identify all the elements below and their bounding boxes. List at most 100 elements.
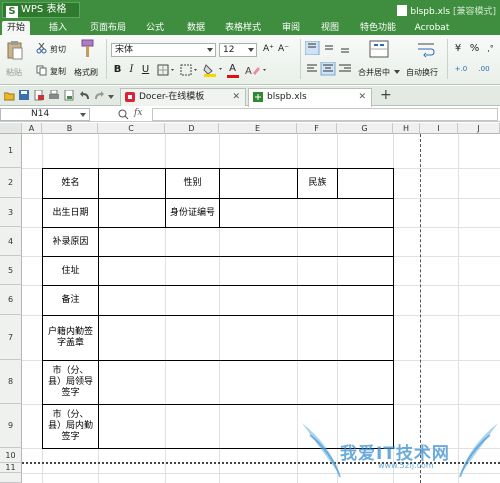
undo-icon[interactable] xyxy=(80,90,91,101)
zoom-icon[interactable] xyxy=(118,109,129,120)
fill-color-icon[interactable] xyxy=(203,63,225,77)
format-painter-icon[interactable] xyxy=(80,39,96,59)
name-label-cell[interactable]: 姓名 xyxy=(42,168,99,199)
wrap-text-icon[interactable] xyxy=(416,40,436,58)
address-label-cell[interactable]: 住址 xyxy=(42,256,99,286)
ethnicity-label-cell[interactable]: 民族 xyxy=(297,168,338,199)
name-value-cell[interactable] xyxy=(98,168,166,199)
bureau-leader-value-cell[interactable] xyxy=(98,360,394,405)
bureau-leader-label-cell[interactable]: 市（分、 县）局领导 签字 xyxy=(42,360,99,405)
tab-home[interactable]: 开始 xyxy=(2,21,30,35)
household-seal-value-cell[interactable] xyxy=(98,315,394,361)
row-header[interactable]: 6 xyxy=(0,285,22,315)
app-menu-button[interactable]: S WPS 表格 xyxy=(2,2,80,18)
open-folder-icon[interactable] xyxy=(4,90,15,101)
font-color-icon[interactable]: A xyxy=(226,62,239,75)
print-icon[interactable] xyxy=(49,90,60,101)
decrease-decimal-icon[interactable]: .00 xyxy=(474,63,494,76)
address-value-cell[interactable] xyxy=(98,256,394,286)
decrease-font-icon[interactable]: A⁻ xyxy=(277,43,290,56)
row-header[interactable]: 3 xyxy=(0,198,22,227)
reason-value-cell[interactable] xyxy=(98,227,394,257)
row-header[interactable]: 8 xyxy=(0,360,22,404)
column-header[interactable]: I xyxy=(420,123,458,134)
underline-icon[interactable]: U xyxy=(139,63,152,76)
new-tab-icon[interactable]: + xyxy=(380,88,392,102)
italic-icon[interactable]: I xyxy=(125,63,138,76)
birth-date-label-cell[interactable]: 出生日期 xyxy=(42,198,99,228)
doc-tab-blspb[interactable]: blspb.xls ✕ xyxy=(248,88,372,107)
border-icon[interactable] xyxy=(157,64,177,76)
column-header[interactable]: G xyxy=(337,123,393,134)
currency-icon[interactable]: ¥ xyxy=(453,42,463,55)
tab-page-layout[interactable]: 页面布局 xyxy=(86,21,130,35)
id-number-value-cell[interactable] xyxy=(219,198,394,228)
column-header[interactable]: A xyxy=(22,123,42,134)
row-header[interactable]: 1 xyxy=(0,134,22,168)
save-icon[interactable] xyxy=(19,90,30,101)
thousands-icon[interactable]: ,° xyxy=(484,42,497,55)
close-icon[interactable]: ✕ xyxy=(358,89,366,105)
close-icon[interactable]: ✕ xyxy=(232,89,240,105)
horizontal-align-icons[interactable] xyxy=(305,62,353,76)
font-size-combo[interactable]: 12 xyxy=(219,43,257,57)
row-header[interactable]: 2 xyxy=(0,168,22,198)
tab-special-features[interactable]: 特色功能 xyxy=(356,21,400,35)
tab-view[interactable]: 视图 xyxy=(316,21,344,35)
id-number-label-cell[interactable]: 身份证编号 xyxy=(165,198,220,228)
column-header[interactable]: F xyxy=(297,123,337,134)
doc-tab-docer[interactable]: Docer-在线模板 ✕ xyxy=(120,88,246,106)
row-header[interactable]: 5 xyxy=(0,256,22,285)
font-name-combo[interactable]: 宋体 xyxy=(111,43,216,57)
redo-icon[interactable] xyxy=(94,90,105,101)
cut-icon[interactable] xyxy=(36,43,47,54)
remarks-value-cell[interactable] xyxy=(98,285,394,316)
tab-insert[interactable]: 插入 xyxy=(44,21,72,35)
select-all-corner[interactable] xyxy=(0,123,22,134)
tab-table-style[interactable]: 表格样式 xyxy=(221,21,265,35)
bureau-clerk-label-cell[interactable]: 市（分、 县）局内勤 签字 xyxy=(42,404,99,449)
vertical-align-icons[interactable] xyxy=(305,41,353,55)
paste-icon[interactable] xyxy=(6,40,24,60)
column-header[interactable]: D xyxy=(165,123,219,134)
birth-date-value-cell[interactable] xyxy=(98,198,166,228)
merge-center-label[interactable]: 合并居中 xyxy=(358,67,390,78)
tab-data[interactable]: 数据 xyxy=(182,21,210,35)
merge-style-icon[interactable] xyxy=(180,64,200,76)
row-header[interactable]: 11 xyxy=(0,463,22,473)
increase-font-icon[interactable]: A⁺ xyxy=(262,43,275,56)
row-header[interactable]: 7 xyxy=(0,315,22,360)
tab-acrobat[interactable]: Acrobat xyxy=(412,21,452,35)
gender-value-cell[interactable] xyxy=(219,168,298,199)
copy-label[interactable]: 复制 xyxy=(50,66,66,77)
reason-label-cell[interactable]: 补录原因 xyxy=(42,227,99,257)
bold-icon[interactable]: B xyxy=(111,63,124,76)
clear-format-icon[interactable]: A xyxy=(245,64,269,76)
copy-icon[interactable] xyxy=(36,65,47,76)
percent-icon[interactable]: % xyxy=(468,42,481,55)
formula-input[interactable] xyxy=(152,108,498,121)
fx-icon[interactable]: fx xyxy=(134,108,142,118)
tab-formulas[interactable]: 公式 xyxy=(141,21,169,35)
wrap-text-label[interactable]: 自动换行 xyxy=(406,67,438,78)
print-preview-icon[interactable] xyxy=(34,90,45,101)
cut-label[interactable]: 剪切 xyxy=(50,44,66,55)
name-box[interactable]: N14 xyxy=(0,108,90,121)
column-header[interactable]: C xyxy=(98,123,165,134)
row-header[interactable]: 4 xyxy=(0,227,22,256)
row-header-blank[interactable] xyxy=(0,473,22,483)
column-header[interactable]: J xyxy=(458,123,500,134)
column-header[interactable]: E xyxy=(219,123,297,134)
paste-label[interactable]: 粘贴 xyxy=(6,67,22,78)
remarks-label-cell[interactable]: 备注 xyxy=(42,285,99,316)
column-header[interactable]: H xyxy=(393,123,420,134)
gender-label-cell[interactable]: 性别 xyxy=(165,168,220,199)
chevron-down-icon[interactable] xyxy=(108,95,114,99)
column-header[interactable]: B xyxy=(42,123,98,134)
row-header[interactable]: 9 xyxy=(0,404,22,448)
tab-review[interactable]: 审阅 xyxy=(277,21,305,35)
export-pdf-icon[interactable] xyxy=(64,90,75,101)
increase-decimal-icon[interactable]: +.0 xyxy=(452,63,470,76)
format-painter-label[interactable]: 格式刷 xyxy=(74,67,98,78)
household-seal-label-cell[interactable]: 户籍内勤签 字盖章 xyxy=(42,315,99,361)
